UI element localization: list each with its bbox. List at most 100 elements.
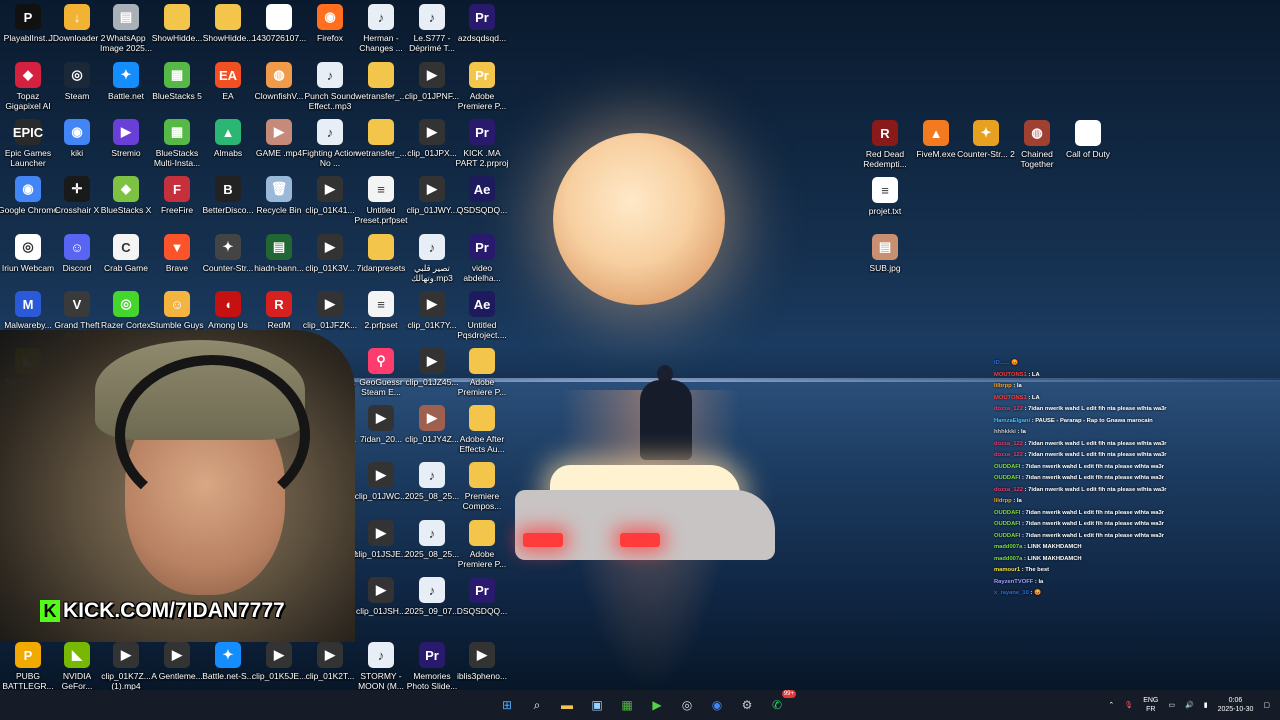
desktop-icon[interactable]: ▲ Almabs: [200, 119, 256, 158]
play-button[interactable]: ▶: [646, 694, 668, 716]
chat-message: dozza_122 : 7idan nwerik wahd L edit fih…: [994, 439, 1204, 451]
language-indicator[interactable]: ENG FR: [1143, 696, 1158, 714]
search-button[interactable]: ⌕: [526, 694, 548, 716]
folder-icon: [469, 405, 495, 431]
file-explorer-button[interactable]: ▬: [556, 694, 578, 716]
desktop-icon[interactable]: ▼ Brave: [149, 234, 205, 273]
desktop-icon[interactable]: Ae Untitled Pqsdroject....: [454, 291, 510, 340]
stumble-guys-icon: ☺: [164, 291, 190, 317]
desktop-icon[interactable]: ≡ Untitled Preset.prfpset: [353, 176, 409, 225]
desktop-icon[interactable]: Pr KICK .MA PART 2.prproj: [454, 119, 510, 168]
desktop-icon[interactable]: ≡ projet.txt: [857, 177, 913, 216]
desktop-icon[interactable]: ShowHidde...: [200, 4, 256, 43]
desktop-icon[interactable]: ▶ 7idan_20...: [353, 405, 409, 444]
desktop-icon[interactable]: ◆ BlueStacks X: [98, 176, 154, 215]
microphone-icon[interactable]: 🎙: [1124, 701, 1133, 709]
chevron-up-icon[interactable]: ⌃: [1108, 701, 1114, 709]
desktop-icon[interactable]: ♪ Fighting Action No ...: [302, 119, 358, 168]
desktop-icon[interactable]: ▶ clip_01JWC...: [353, 462, 409, 501]
desktop-icon[interactable]: ▤ hiadn-bann...: [251, 234, 307, 273]
start-button[interactable]: ⊞: [496, 694, 518, 716]
desktop-icon[interactable]: ◆ Topaz Gigapixel AI: [0, 62, 56, 111]
desktop-icon[interactable]: ▤ WhatsApp Image 2025...: [98, 4, 154, 53]
desktop-icon[interactable]: ▶ iblis3pheno...: [454, 642, 510, 681]
desktop-icon[interactable]: ▤ SUB.jpg: [857, 234, 913, 273]
desktop-icon[interactable]: 🗑 Recycle Bin: [251, 176, 307, 215]
battery-icon[interactable]: ▮: [1204, 701, 1208, 709]
notification-icon[interactable]: ▢: [1263, 701, 1270, 709]
betterdiscord-icon: B: [215, 176, 241, 202]
obs-button[interactable]: ◎: [676, 694, 698, 716]
desktop-icon[interactable]: EA EA: [200, 62, 256, 101]
desktop-icon[interactable]: Premiere Compos...: [454, 462, 510, 511]
desktop-icon[interactable]: Pr Memories Photo Slide...: [404, 642, 460, 691]
desktop-icon[interactable]: Adobe Premiere P...: [454, 348, 510, 397]
whatsapp-button[interactable]: ✆ 99+: [766, 690, 796, 716]
chat-message: HamzaElgani : PAUSE - Pararap - Rap to G…: [994, 416, 1204, 428]
desktop-icon[interactable]: ✦ Counter-Str...: [200, 234, 256, 273]
desktop-icon[interactable]: 1430726107...: [251, 4, 307, 43]
desktop-icon[interactable]: R RedM: [251, 291, 307, 330]
network-icon[interactable]: ▭: [1168, 701, 1175, 709]
desktop-icon[interactable]: ▶ clip_01K41...: [302, 176, 358, 215]
desktop-icon[interactable]: B BetterDisco...: [200, 176, 256, 215]
desktop-icon[interactable]: ♪ Herman - Changes ...: [353, 4, 409, 53]
desktop-icon[interactable]: Pr azdsqdsqd...: [454, 4, 510, 43]
desktop-icon[interactable]: ✦ Battle.net: [98, 62, 154, 101]
desktop-icon[interactable]: ◍ ClownfishV...: [251, 62, 307, 101]
desktop-icon[interactable]: ▶ clip_01K5JE...: [251, 642, 307, 681]
desktop-icon[interactable]: ◖ Among Us: [200, 291, 256, 330]
settings-button[interactable]: ⚙: [736, 694, 758, 716]
desktop-icon[interactable]: ▶ clip_01K3V...: [302, 234, 358, 273]
desktop-icon[interactable]: Pr DSQSDQQ...: [454, 577, 510, 616]
desktop-icon[interactable]: ▶ clip_01JSJE...: [353, 520, 409, 559]
desktop-icon[interactable]: ▦ BlueStacks Multi-Insta...: [149, 119, 205, 168]
bluestacks-button[interactable]: ▦: [616, 694, 638, 716]
volume-icon[interactable]: 🔊: [1185, 701, 1194, 709]
desktop-icon[interactable]: ▶ clip_01K2T...: [302, 642, 358, 681]
desktop-icon[interactable]: ▶ clip_01JFZK...: [302, 291, 358, 330]
desktop-icon[interactable]: C Crab Game: [98, 234, 154, 273]
desktop-icon[interactable]: F FreeFire: [149, 176, 205, 215]
desktop-icon[interactable]: Call of Duty: [1060, 120, 1116, 159]
desktop-icon[interactable]: ✦ Battle.net-S...: [200, 642, 256, 681]
desktop-icon[interactable]: ▶ clip_01K7Z... (1).mp4: [98, 642, 154, 691]
chat-message: hhhkkki : la: [994, 427, 1204, 439]
windows-icon: ⊞: [501, 698, 513, 712]
desktop-icon[interactable]: ♪ Punch Sound Effect..mp3: [302, 62, 358, 111]
chat-message: OUDDAFI : 7idan nwerik wahd L edit fih n…: [994, 531, 1204, 543]
desktop-icon[interactable]: ✦ Counter-Str... 2: [957, 120, 1015, 159]
desktop-icon[interactable]: ◍ Chained Together: [1009, 120, 1065, 169]
desktop-icon[interactable]: ◉ Firefox: [302, 4, 358, 43]
chrome-button[interactable]: ◉: [706, 694, 728, 716]
desktop-icon[interactable]: ≡ 2.prfpset: [353, 291, 409, 330]
desktop-icon[interactable]: wetransfer_...: [353, 62, 409, 101]
desktop-icon[interactable]: Pr video abdelha...: [454, 234, 510, 283]
desktop-icon[interactable]: ♪ STORMY - MOON (M...: [353, 642, 409, 691]
store-button[interactable]: ▣: [586, 694, 608, 716]
desktop-icon[interactable]: ▶ A Gentleme...: [149, 642, 205, 681]
desktop-icon[interactable]: Pr Adobe Premiere P...: [454, 62, 510, 111]
desktop-icon[interactable]: R Red Dead Redempti...: [857, 120, 913, 169]
desktop-icon[interactable]: EPIC Epic Games Launcher: [0, 119, 56, 168]
desktop-icon[interactable]: ☺ Stumble Guys: [149, 291, 205, 330]
system-tray: ⌃ 🎙 ENG FR ▭ 🔊 ▮ 0:06 2025-10-30 ▢: [1108, 690, 1270, 720]
desktop-icon[interactable]: ▶ GAME .mp4: [251, 119, 307, 158]
desktop-icon[interactable]: ▶ clip_01JSH...: [353, 577, 409, 616]
desktop-icon[interactable]: wetransfer_...: [353, 119, 409, 158]
desktop-icon[interactable]: ⚲ GeoGuessr Steam E...: [353, 348, 409, 397]
desktop-icon[interactable]: ◎ Razer Cortex: [98, 291, 154, 330]
playable-icon: P: [15, 4, 41, 30]
among-us-icon: ◖: [215, 291, 241, 317]
desktop-icon[interactable]: ShowHidde...: [149, 4, 205, 43]
desktop-icon[interactable]: ▦ BlueStacks 5: [149, 62, 205, 101]
desktop-icon[interactable]: ♪ Le.S777 - Déprimé T...: [404, 4, 460, 53]
image-file-icon: ▤: [113, 4, 139, 30]
desktop-icon-label: azdsqdsqd...: [457, 33, 507, 43]
clock[interactable]: 0:06 2025-10-30: [1218, 696, 1254, 714]
desktop-icon[interactable]: Adobe After Effects Au...: [454, 405, 510, 454]
desktop-icon[interactable]: Adobe Premiere P...: [454, 520, 510, 569]
desktop-icon[interactable]: Ae QSDSQDQ...: [454, 176, 510, 215]
desktop-icon[interactable]: ▶ Stremio: [98, 119, 154, 158]
desktop-icon[interactable]: 7idanpresets: [353, 234, 409, 273]
